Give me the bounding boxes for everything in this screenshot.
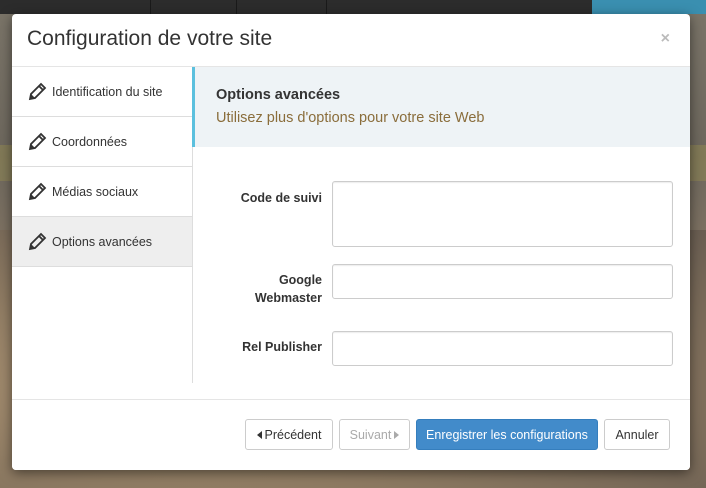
tracking-code-textarea[interactable] (332, 181, 673, 247)
google-webmaster-label: Google Webmaster (192, 271, 322, 307)
modal-footer: Précédent Suivant Enregistrer les config… (12, 399, 690, 470)
next-button-label: Suivant (349, 427, 392, 442)
google-webmaster-input[interactable] (332, 264, 673, 299)
save-button-label: Enregistrer les configurations (426, 427, 588, 442)
modal-header: Configuration de votre site × (12, 14, 690, 67)
form-row-tracking-code: Code de suivi (192, 167, 690, 247)
sidebar-item-options-avancees[interactable]: Options avancées (12, 217, 192, 267)
previous-button-label: Précédent (264, 427, 322, 442)
pencil-icon (28, 182, 47, 200)
form-row-rel-publisher: Rel Publisher (192, 317, 690, 367)
form-row-google-webmaster: Google Webmaster (192, 250, 690, 305)
rel-publisher-input[interactable] (332, 331, 673, 366)
pencil-icon (28, 82, 47, 100)
modal-body: Identification du site Coordonnées Média… (12, 67, 690, 399)
google-webmaster-label-line1: Google (278, 273, 322, 287)
sidebar-item-identification[interactable]: Identification du site (12, 67, 192, 117)
save-configurations-button[interactable]: Enregistrer les configurations (416, 419, 598, 450)
sidebar-item-label: Médias sociaux (52, 184, 139, 199)
section-subheading: Utilisez plus d'options pour votre site … (216, 110, 485, 126)
sidebar-item-coordonnees[interactable]: Coordonnées (12, 117, 192, 167)
rel-publisher-label: Rel Publisher (242, 340, 322, 354)
sidebar-item-label: Identification du site (52, 84, 163, 99)
cancel-button-label: Annuler (615, 427, 659, 442)
google-webmaster-label-line2: Webmaster (254, 291, 322, 305)
content-panel: Options avancées Utilisez plus d'options… (192, 67, 690, 399)
sidebar-nav: Identification du site Coordonnées Média… (12, 67, 193, 383)
next-button[interactable]: Suivant (339, 419, 410, 450)
section-callout: Options avancées Utilisez plus d'options… (192, 67, 690, 147)
close-icon[interactable]: × (661, 30, 670, 48)
site-config-modal: Configuration de votre site × Identifica… (12, 14, 690, 470)
sidebar-item-label: Coordonnées (52, 134, 128, 149)
background-toolbar (0, 0, 706, 14)
previous-button[interactable]: Précédent (245, 419, 333, 450)
caret-left-icon (256, 430, 262, 439)
cancel-button[interactable]: Annuler (604, 419, 670, 450)
pencil-icon (28, 232, 47, 250)
modal-title: Configuration de votre site (27, 27, 273, 50)
sidebar-item-label: Options avancées (52, 234, 153, 249)
sidebar-item-medias-sociaux[interactable]: Médias sociaux (12, 167, 192, 217)
tracking-code-label: Code de suivi (240, 191, 322, 205)
pencil-icon (28, 132, 47, 150)
section-heading: Options avancées (216, 87, 341, 103)
caret-right-icon (394, 430, 400, 439)
